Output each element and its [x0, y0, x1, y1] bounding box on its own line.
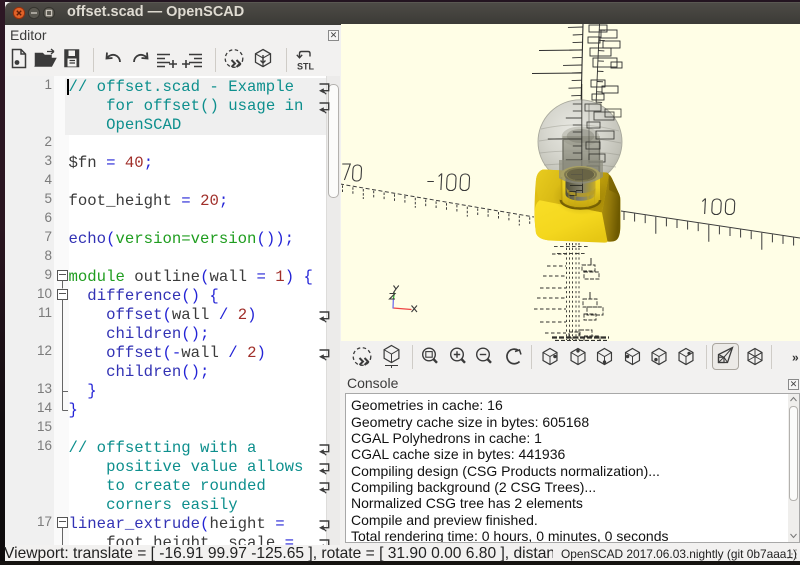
svg-text:STL: STL: [297, 62, 315, 72]
svg-text:»: »: [792, 351, 799, 365]
